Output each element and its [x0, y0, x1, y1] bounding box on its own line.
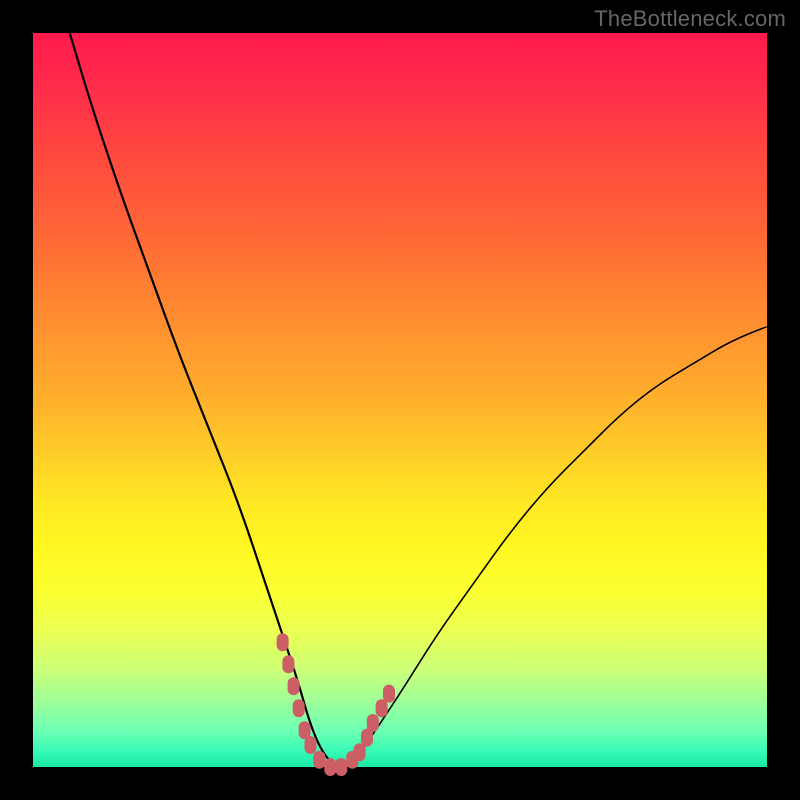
curve-group — [70, 33, 767, 767]
trough-marker — [376, 699, 388, 717]
trough-markers — [277, 633, 395, 776]
watermark-text: TheBottleneck.com — [594, 6, 786, 32]
trough-marker — [313, 751, 325, 769]
trough-marker — [288, 677, 300, 695]
trough-marker — [354, 743, 366, 761]
trough-marker — [305, 736, 317, 754]
bottleneck-curve-left — [70, 33, 342, 767]
chart-plot-area — [33, 33, 767, 767]
chart-svg — [33, 33, 767, 767]
trough-marker — [335, 758, 347, 776]
trough-marker — [277, 633, 289, 651]
trough-marker — [324, 758, 336, 776]
trough-marker — [282, 655, 294, 673]
trough-marker — [367, 714, 379, 732]
trough-marker — [293, 699, 305, 717]
chart-frame: TheBottleneck.com — [0, 0, 800, 800]
trough-marker — [383, 685, 395, 703]
bottleneck-curve-right — [341, 327, 767, 767]
